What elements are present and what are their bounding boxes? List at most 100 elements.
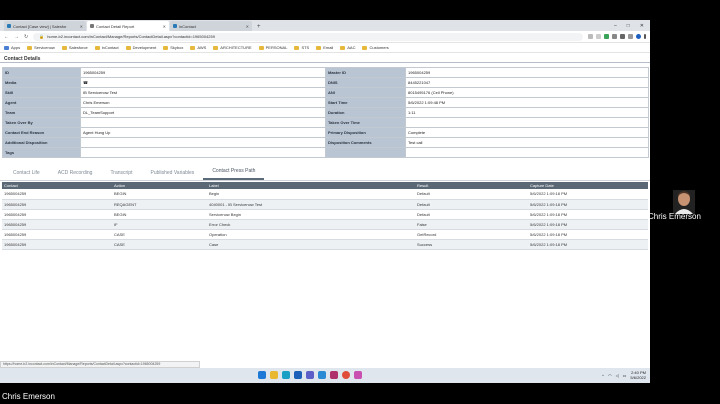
- profile-avatar[interactable]: [636, 34, 641, 39]
- bookmark-label: inContact: [101, 45, 119, 50]
- report-tabs: Contact Life ACD Recording Transcript Publi…: [0, 167, 650, 181]
- table-row[interactable]: 1965004259 REQAGENT 4040001 - IB Serviceno…: [2, 199, 648, 210]
- bookmark-email[interactable]: Email: [316, 45, 333, 50]
- folder-icon: [163, 45, 169, 50]
- bookmark-salesforce[interactable]: Salesforce: [61, 45, 88, 50]
- chrome-icon[interactable]: [342, 371, 350, 379]
- tab-transcript[interactable]: Transcript: [101, 170, 141, 180]
- folder-icon: [125, 45, 131, 50]
- detail-label: Start Time: [325, 97, 406, 108]
- teams-icon[interactable]: [306, 371, 314, 379]
- url-input[interactable]: 🔒 home-b2.incontact.com/inContact/Manage…: [33, 32, 583, 41]
- close-icon[interactable]: ✕: [163, 24, 166, 29]
- bookmark-personal[interactable]: PERSONAL: [258, 45, 287, 50]
- sidebar-icon[interactable]: [628, 34, 633, 39]
- maximize-button[interactable]: □: [627, 23, 630, 29]
- detail-value: Complete: [405, 127, 649, 138]
- star-icon[interactable]: [596, 34, 601, 39]
- shared-screen: Contact [Case view] | Salesfor ✕ Contact…: [0, 20, 650, 383]
- bookmark-label: Skybox: [170, 45, 184, 50]
- menu-icon[interactable]: [644, 34, 646, 39]
- column-header[interactable]: Contact: [2, 182, 112, 189]
- detail-label: Agent: [2, 97, 81, 108]
- column-header[interactable]: Action: [112, 182, 207, 189]
- close-icon[interactable]: ✕: [246, 24, 249, 29]
- tab-incontact[interactable]: inContact ✕: [170, 21, 252, 31]
- webcam-name: Chris Emerson: [648, 212, 701, 221]
- bookmark-incontact[interactable]: inContact: [94, 45, 119, 50]
- bookmark-customers[interactable]: Customers: [362, 45, 389, 50]
- table-row[interactable]: 1965004259 IF Error Check False 5/6/2022 1:0…: [2, 219, 648, 230]
- table-cell: Case: [207, 239, 415, 250]
- table-cell: 5/6/2022 1:09:18 PM: [528, 229, 648, 240]
- bookmark-aws[interactable]: AWS: [190, 45, 206, 50]
- table-row[interactable]: 1965004259 BEGIN Servicenow Begin Default 5/…: [2, 209, 648, 220]
- tab-published-variables[interactable]: Published Variables: [141, 170, 203, 180]
- folder-icon: [94, 45, 100, 50]
- detail-value: [405, 117, 649, 128]
- clock[interactable]: 2:40 PM 5/6/2022: [630, 370, 646, 380]
- extension-icon[interactable]: [604, 34, 609, 39]
- forward-icon[interactable]: →: [14, 34, 19, 40]
- bookmark-sts[interactable]: STS: [294, 45, 309, 50]
- vscode-icon[interactable]: [318, 371, 326, 379]
- extension-icon[interactable]: [612, 34, 617, 39]
- table-cell: 1965004259: [2, 199, 112, 210]
- detail-label: Team: [2, 107, 81, 118]
- edge-icon[interactable]: [282, 371, 290, 379]
- details-row: Agent Chris Emerson Start Time 5/6/2022 1:0…: [2, 97, 649, 108]
- tab-acd-recording[interactable]: ACD Recording: [49, 170, 102, 180]
- bookmark-servicenow[interactable]: Servicenow: [27, 45, 55, 50]
- tab-salesforce-contact[interactable]: Contact [Case view] | Salesfor ✕: [4, 21, 86, 31]
- folder-icon: [61, 45, 67, 50]
- salesforce-icon: [7, 24, 11, 28]
- folder-icon: [362, 45, 368, 50]
- detail-label: [325, 147, 406, 158]
- wifi-icon[interactable]: ◠: [608, 373, 612, 378]
- puzzle-icon[interactable]: [620, 34, 625, 39]
- outlook-icon[interactable]: [294, 371, 302, 379]
- bookmark-aac[interactable]: AAC: [340, 45, 355, 50]
- battery-icon[interactable]: ▭: [623, 373, 627, 378]
- detail-label: Master ID: [325, 67, 406, 78]
- table-row[interactable]: 1965004259 BEGIN Begin Default 5/6/2022 1:09…: [2, 189, 648, 200]
- detail-label: Skill: [2, 87, 81, 98]
- detail-label: ID: [2, 67, 81, 78]
- close-icon[interactable]: ✕: [80, 24, 83, 29]
- apps-icon: [4, 45, 9, 50]
- table-cell: 1965004259: [2, 189, 112, 200]
- start-icon[interactable]: [258, 371, 266, 379]
- column-header[interactable]: Label: [207, 182, 415, 189]
- bookmark-label: ARCHITECTURE: [220, 45, 252, 50]
- table-cell: 5/6/2022 1:09:18 PM: [528, 199, 648, 210]
- share-icon[interactable]: [588, 34, 593, 39]
- table-cell: CASE: [112, 229, 207, 240]
- folder-icon: [316, 45, 322, 50]
- bookmark-apps[interactable]: Apps: [4, 45, 20, 50]
- table-cell: 1965004259: [2, 219, 112, 230]
- bookmark-skybox[interactable]: Skybox: [163, 45, 183, 50]
- table-row[interactable]: 1965004259 CASE Case Success 5/6/2022 1:09:1…: [2, 239, 648, 250]
- new-tab-button[interactable]: +: [253, 24, 265, 31]
- app-icon[interactable]: [354, 371, 362, 379]
- app-icon[interactable]: [330, 371, 338, 379]
- page-title: Contact Details: [0, 53, 650, 63]
- tab-contact-detail-report[interactable]: Contact Detail Report ✕: [87, 21, 169, 31]
- bookmark-architecture[interactable]: ARCHITECTURE: [213, 45, 252, 50]
- table-cell: Default: [415, 209, 528, 220]
- detail-value: Agent Hung Up: [80, 127, 326, 138]
- bookmark-development[interactable]: Development: [125, 45, 156, 50]
- file-explorer-icon[interactable]: [270, 371, 278, 379]
- close-window-button[interactable]: ✕: [640, 23, 644, 29]
- tab-contact-life[interactable]: Contact Life: [4, 170, 49, 180]
- minimize-button[interactable]: –: [614, 23, 617, 29]
- volume-icon[interactable]: ◁: [616, 373, 619, 378]
- column-header[interactable]: Capture Date: [528, 182, 648, 189]
- status-bar-url: https://home-b2.incontact.com/inContact/…: [0, 361, 200, 368]
- tray-chevron[interactable]: ^: [602, 373, 604, 378]
- tab-contact-press-path[interactable]: Contact Press Path: [203, 168, 265, 180]
- table-row[interactable]: 1965004259 CASE Operation GetRecord 5/6/2022…: [2, 229, 648, 240]
- back-icon[interactable]: ←: [4, 34, 9, 40]
- column-header[interactable]: Result: [415, 182, 528, 189]
- reload-icon[interactable]: ↻: [24, 34, 28, 40]
